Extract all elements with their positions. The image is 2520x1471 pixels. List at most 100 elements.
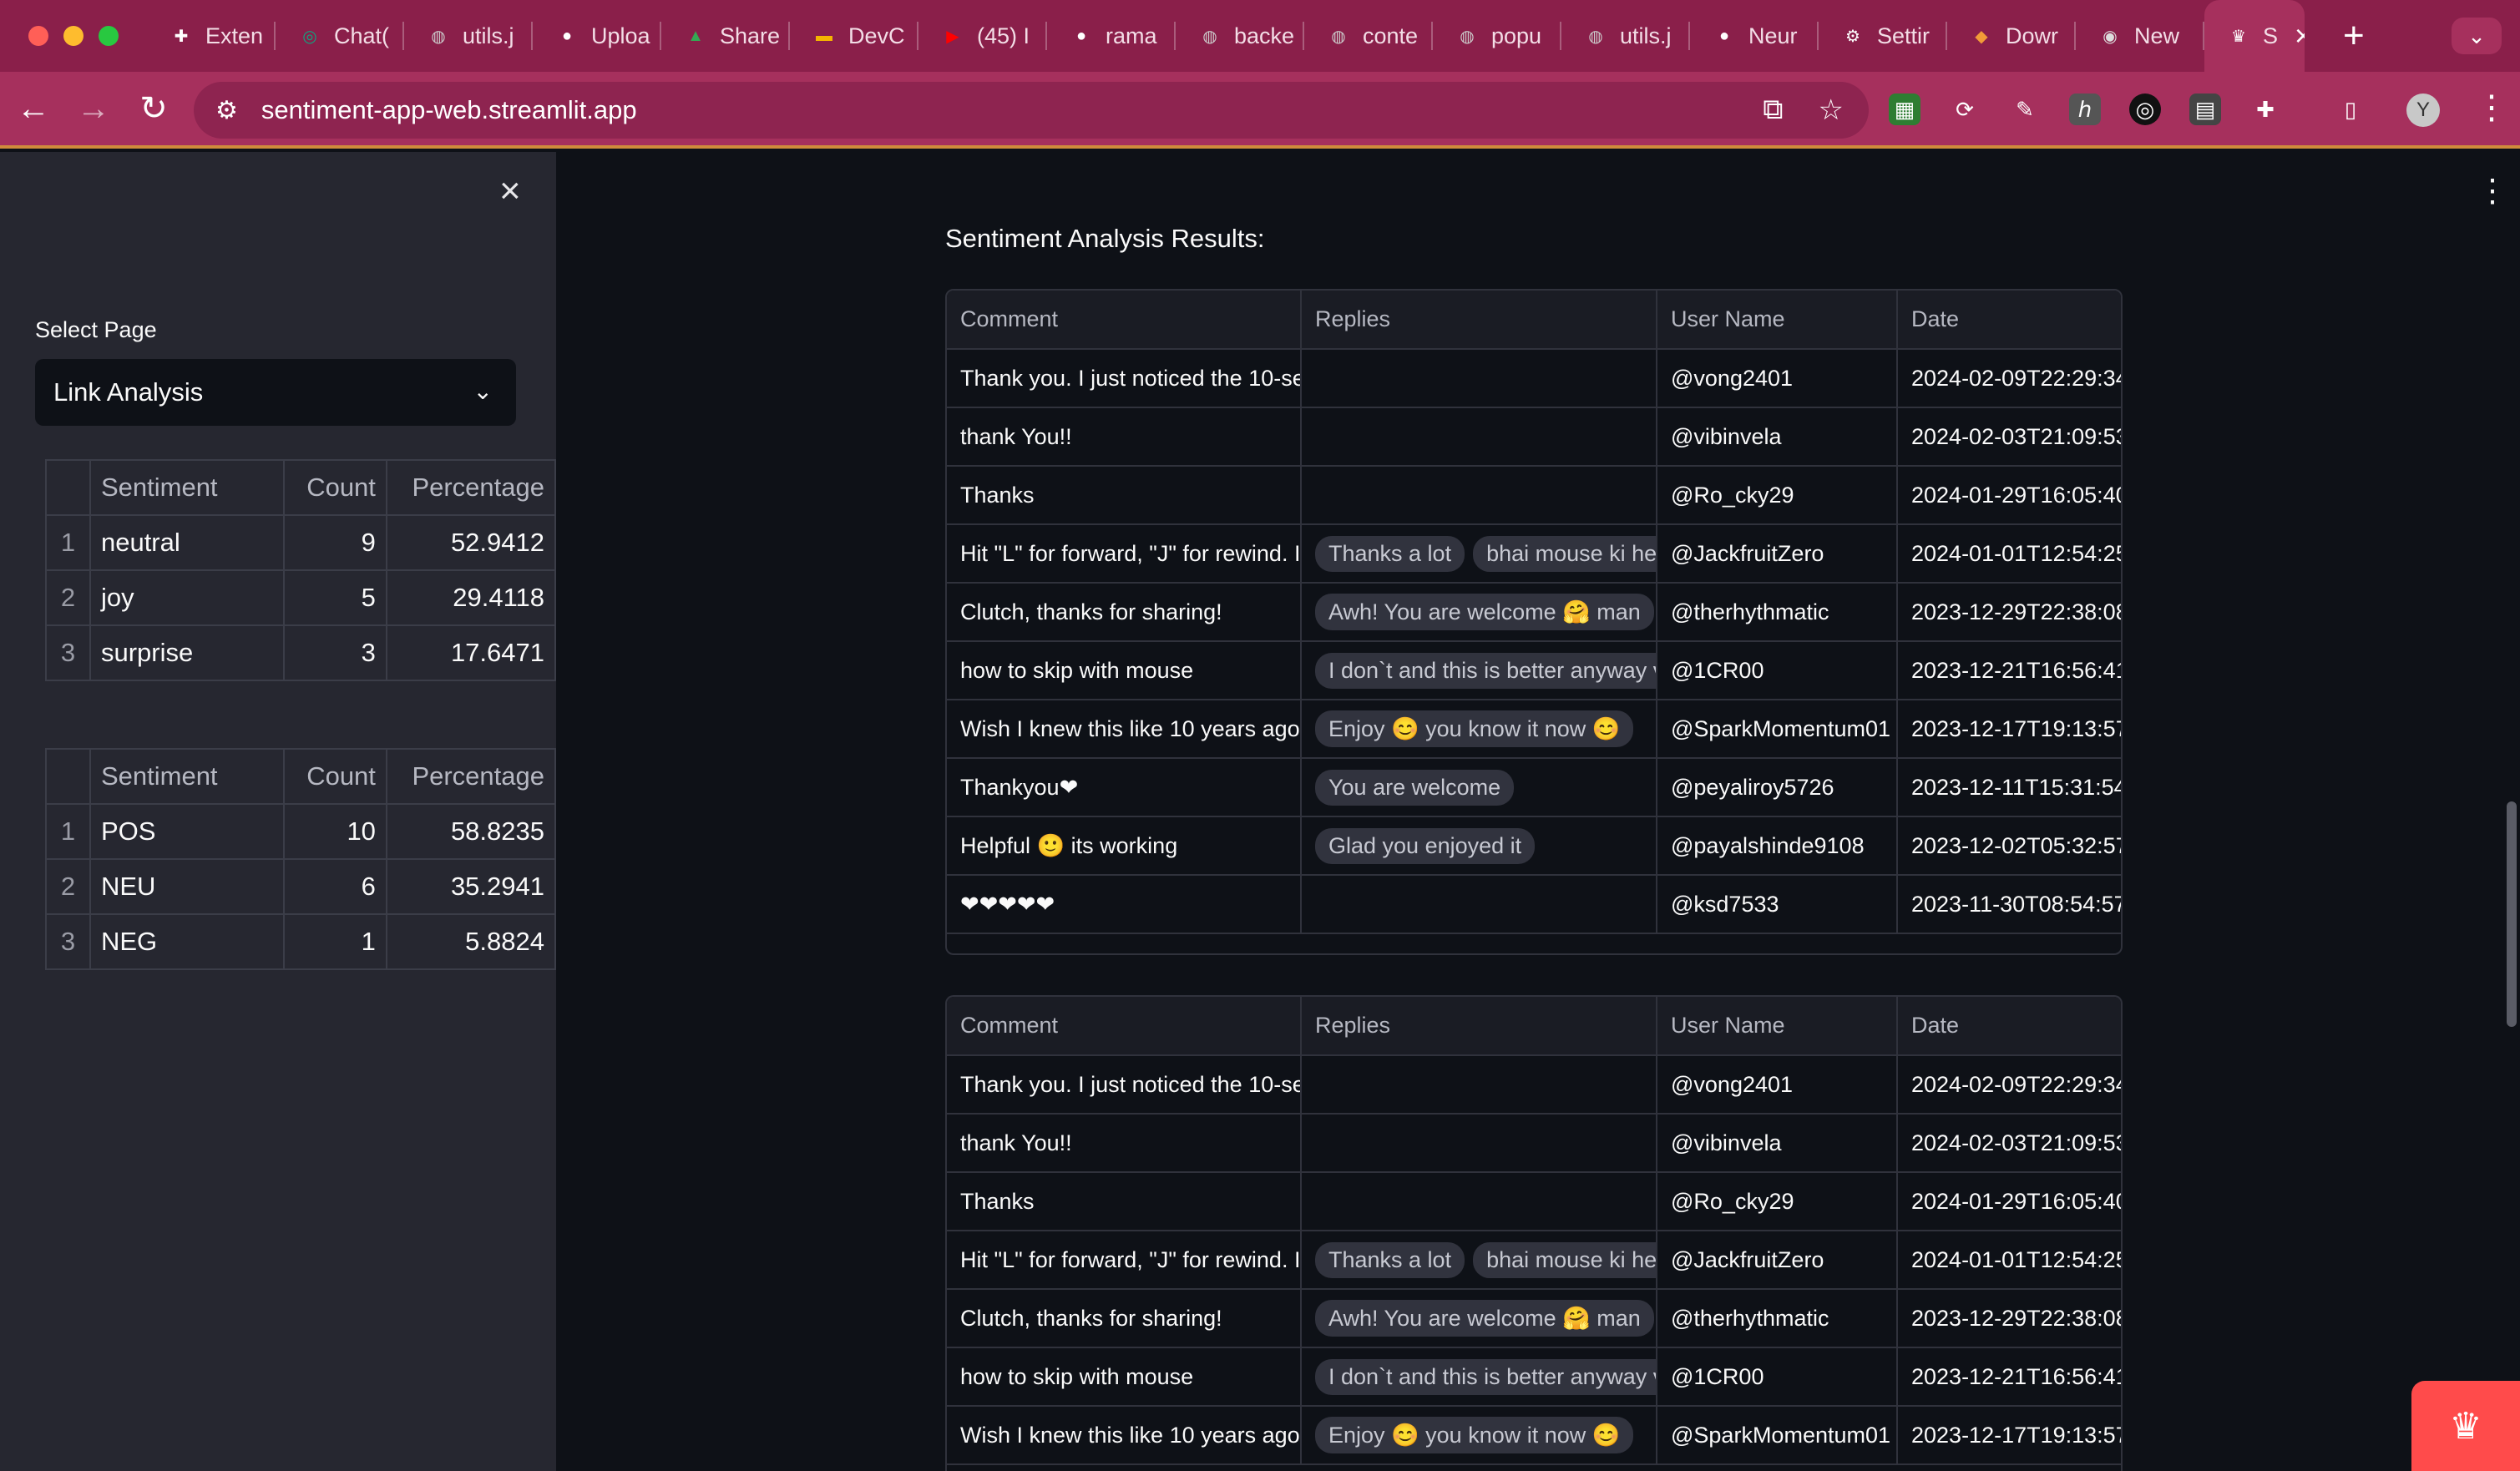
column-header[interactable]: Count [283,748,387,805]
comment-cell[interactable]: Helpful 🙂 its working [947,816,1302,876]
username-cell[interactable]: @vibinvela [1657,407,1898,467]
grid-row[interactable]: how to skip with mouse I don`t and this i… [947,1347,2121,1407]
username-cell[interactable]: @therhythmatic [1657,583,1898,642]
replies-cell[interactable] [1301,1055,1657,1115]
tab-12[interactable]: ● Neur [1690,0,1819,72]
tab-15[interactable]: ◉ New [2076,0,2204,72]
comment-cell[interactable]: Thank you. I just noticed the 10-sec [947,349,1302,408]
username-cell[interactable]: @1CR00 [1657,641,1898,700]
grid-row[interactable]: ❤❤❤❤❤ @ksd7533 2023-11-30T08:54:57Z [947,875,2121,934]
forward-button[interactable]: → [63,90,124,128]
grid-column-header[interactable]: Date [1897,997,2121,1056]
tab-8[interactable]: ◍ backe [1176,0,1304,72]
tab-10[interactable]: ◍ popu [1433,0,1561,72]
date-cell[interactable]: 2023-12-02T05:32:57Z [1897,816,2121,876]
grid-column-header[interactable]: Comment [947,291,1302,350]
tab-7[interactable]: ● rama [1047,0,1176,72]
replies-cell[interactable]: You are welcome [1301,758,1657,817]
replies-cell[interactable] [1301,349,1657,408]
grid-row[interactable]: Hit "L" for forward, "J" for rewind. I Th… [947,524,2121,584]
grid-row[interactable]: Thankyou❤ You are welcome @peyaliroy5726 20… [947,758,2121,817]
username-cell[interactable]: @therhythmatic [1657,1289,1898,1348]
replies-cell[interactable]: Glad you enjoyed it [1301,816,1657,876]
page-scrollbar[interactable] [2507,801,2517,1027]
grid-row[interactable]: Helpful 🙂 its working Glad you enjoyed it… [947,816,2121,876]
date-cell[interactable]: 2024-01-01T12:54:25Z [1897,524,2121,584]
tab-3[interactable]: ● Uploa [533,0,661,72]
username-cell[interactable]: @1CR00 [1657,1347,1898,1407]
date-cell[interactable]: 2024-01-29T16:05:40Z [1897,466,2121,525]
app-menu-icon[interactable]: ⋮ [2477,172,2508,210]
grid-row[interactable]: Thank you. I just noticed the 10-sec @von… [947,349,2121,408]
grid-row[interactable]: Thanks @Ro_cky29 2024-01-29T16:05:40Z [947,1172,2121,1231]
grid-row[interactable]: thank You!! @vibinvela 2024-02-03T21:09:53… [947,407,2121,467]
comment-cell[interactable]: thank You!! [947,1114,1302,1173]
grid-row[interactable]: Thank you. I just noticed the 10-sec @von… [947,1055,2121,1115]
comment-cell[interactable]: Thanks [947,466,1302,525]
username-cell[interactable]: @JackfruitZero [1657,1231,1898,1290]
grid-row[interactable]: Hit "L" for forward, "J" for rewind. I Th… [947,1231,2121,1290]
username-cell[interactable]: @peyaliroy5726 [1657,758,1898,817]
username-cell[interactable]: @ksd7533 [1657,875,1898,934]
username-cell[interactable]: @Ro_cky29 [1657,466,1898,525]
extension-sync-icon[interactable]: ⟳ [1949,94,1981,125]
comment-cell[interactable]: how to skip with mouse [947,641,1302,700]
grid-column-header[interactable]: User Name [1657,291,1898,350]
grid-column-header[interactable]: Replies [1301,291,1657,350]
grid-column-header[interactable]: Date [1897,291,2121,350]
username-cell[interactable]: @SparkMomentum01 [1657,700,1898,759]
extension-screen-icon[interactable]: ▤ [2189,94,2221,125]
grid-row[interactable]: Clutch, thanks for sharing! Awh! You are … [947,583,2121,642]
date-cell[interactable]: 2023-12-17T19:13:57Z [1897,700,2121,759]
replies-cell[interactable]: Awh! You are welcome 🤗 man [1301,1289,1657,1348]
close-window-button[interactable] [28,26,48,46]
date-cell[interactable]: 2023-12-29T22:38:08Z [1897,1289,2121,1348]
grid-row[interactable]: Clutch, thanks for sharing! Awh! You are … [947,1289,2121,1348]
replies-cell[interactable] [1301,1172,1657,1231]
comment-cell[interactable]: ❤❤❤❤❤ [947,875,1302,934]
tab-14[interactable]: ◆ Dowr [1947,0,2076,72]
close-tab-icon[interactable]: × [2295,18,2305,53]
site-info-icon[interactable]: ⚙ [215,96,238,125]
grid-column-header[interactable]: Replies [1301,997,1657,1056]
column-header[interactable]: Percentage [385,459,557,516]
username-cell[interactable]: @SparkMomentum01 [1657,1406,1898,1465]
comment-cell[interactable]: Wish I knew this like 10 years ago! [947,1406,1302,1465]
minimize-window-button[interactable] [63,26,83,46]
grid-column-header[interactable]: User Name [1657,997,1898,1056]
close-sidebar-icon[interactable]: × [499,170,521,212]
reload-button[interactable]: ↻ [124,89,184,128]
replies-cell[interactable] [1301,466,1657,525]
comment-cell[interactable]: Wish I knew this like 10 years ago! [947,700,1302,759]
tab-9[interactable]: ◍ conte [1304,0,1433,72]
comment-cell[interactable]: how to skip with mouse [947,1347,1302,1407]
comment-cell[interactable]: Hit "L" for forward, "J" for rewind. I [947,524,1302,584]
date-cell[interactable]: 2024-01-01T12:54:25Z [1897,1231,2121,1290]
tab-6[interactable]: ▶ (45) I [918,0,1047,72]
date-cell[interactable]: 2023-12-21T16:56:41Z [1897,641,2121,700]
back-button[interactable]: ← [3,90,63,128]
replies-cell[interactable]: Awh! You are welcome 🤗 man [1301,583,1657,642]
page-select[interactable]: Link Analysis ⌄ [35,359,516,426]
column-header[interactable] [45,748,91,805]
date-cell[interactable]: 2024-02-09T22:29:34Z [1897,349,2121,408]
date-cell[interactable]: 2023-12-11T15:31:54Z [1897,758,2121,817]
results-data-grid-2[interactable]: Comment Replies User Name Date Thank you. I… [945,995,2123,1471]
tab-2[interactable]: ◍ utils.j [404,0,533,72]
grid-row[interactable]: Wish I knew this like 10 years ago! Enjoy… [947,1406,2121,1465]
username-cell[interactable]: @vong2401 [1657,349,1898,408]
username-cell[interactable]: @payalshinde9108 [1657,816,1898,876]
replies-cell[interactable]: Enjoy 😊 you know it now 😊 [1301,1406,1657,1465]
tab-0[interactable]: ✚ Exten [147,0,276,72]
column-header[interactable]: Count [283,459,387,516]
replies-cell[interactable]: Thanks a lot bhai mouse ki help [1301,524,1657,584]
side-panel-icon[interactable]: ▯ [2335,94,2366,125]
comment-cell[interactable]: Thanks [947,1172,1302,1231]
date-cell[interactable]: 2024-02-03T21:09:53Z [1897,1114,2121,1173]
extension-grid-icon[interactable]: ▦ [1889,94,1920,125]
comment-cell[interactable]: Thank you. I just noticed the 10-sec [947,1055,1302,1115]
tab-search-button[interactable]: ⌄ [2452,18,2502,54]
username-cell[interactable]: @vibinvela [1657,1114,1898,1173]
install-app-icon[interactable]: ⧉ [1763,94,1783,127]
results-data-grid[interactable]: Comment Replies User Name Date Thank you. I… [945,289,2123,955]
